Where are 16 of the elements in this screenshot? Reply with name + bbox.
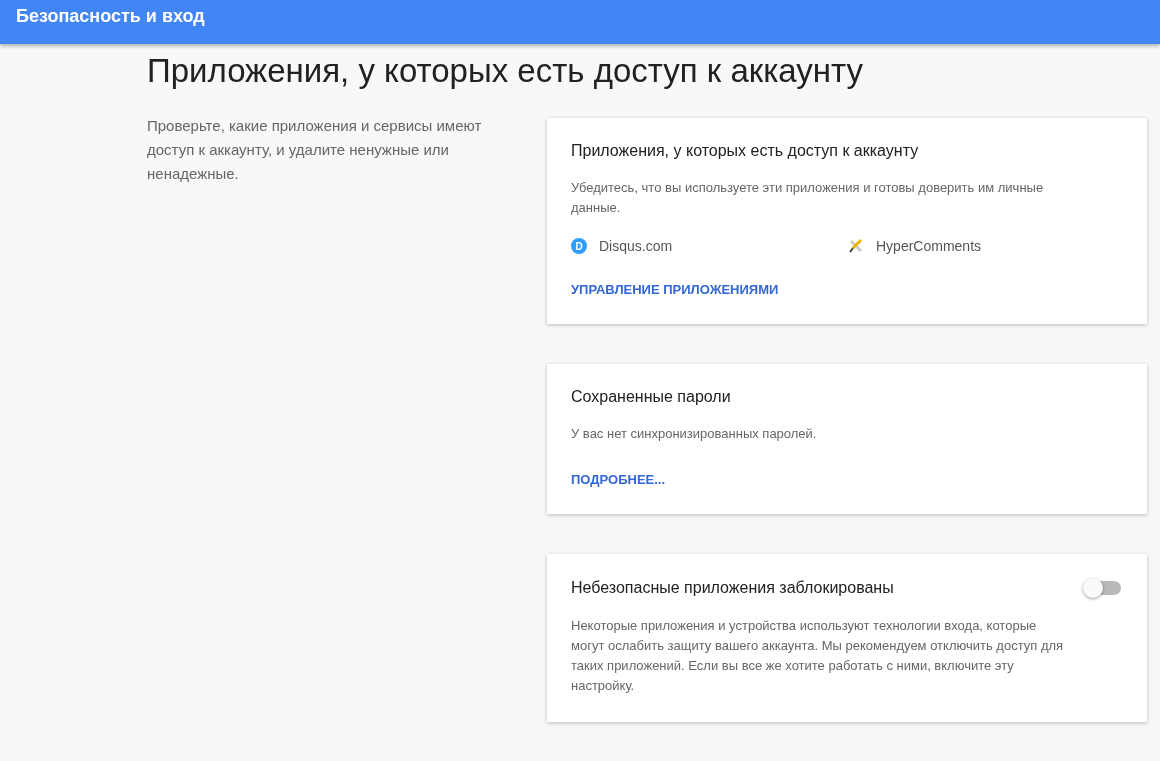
card-link[interactable]: ПОДРОБНЕЕ...: [571, 472, 666, 487]
toggle-switch[interactable]: [1083, 578, 1123, 598]
card-title: Небезопасные приложения заблокированы: [571, 579, 894, 597]
crossed-pens-icon: [848, 238, 864, 254]
disqus-icon: D: [571, 238, 587, 254]
app-name: HyperComments: [876, 238, 982, 254]
card-description: Убедитесь, что вы используете эти приложения и готовы доверить им личные данные.: [571, 179, 1045, 217]
card-description: Некоторые приложения и устройства используют технологии входа, которые могут ослабить защиту вашего аккаунта. Мы рекомендуем отключить доступ для таких приложений. Если вы все же хотите работать с ними, включите эту настройку.: [571, 617, 1065, 695]
card-description: У вас нет синхронизированных паролей.: [571, 425, 818, 443]
app-name: Disqus.com: [599, 238, 673, 254]
page-title: Приложения, у которых есть доступ к аккаунту: [147, 51, 865, 91]
intro-text: Проверьте, какие приложения и сервисы имеют доступ к аккаунту, и удалите ненужные или ненадежные.: [147, 116, 483, 184]
card-link[interactable]: УПРАВЛЕНИЕ ПРИЛОЖЕНИЯМИ: [571, 282, 779, 297]
header-title: Безопасность и вход: [16, 6, 205, 26]
card-title: Приложения, у которых есть доступ к аккаунту: [571, 142, 919, 160]
card-title: Сохраненные пароли: [571, 388, 731, 406]
